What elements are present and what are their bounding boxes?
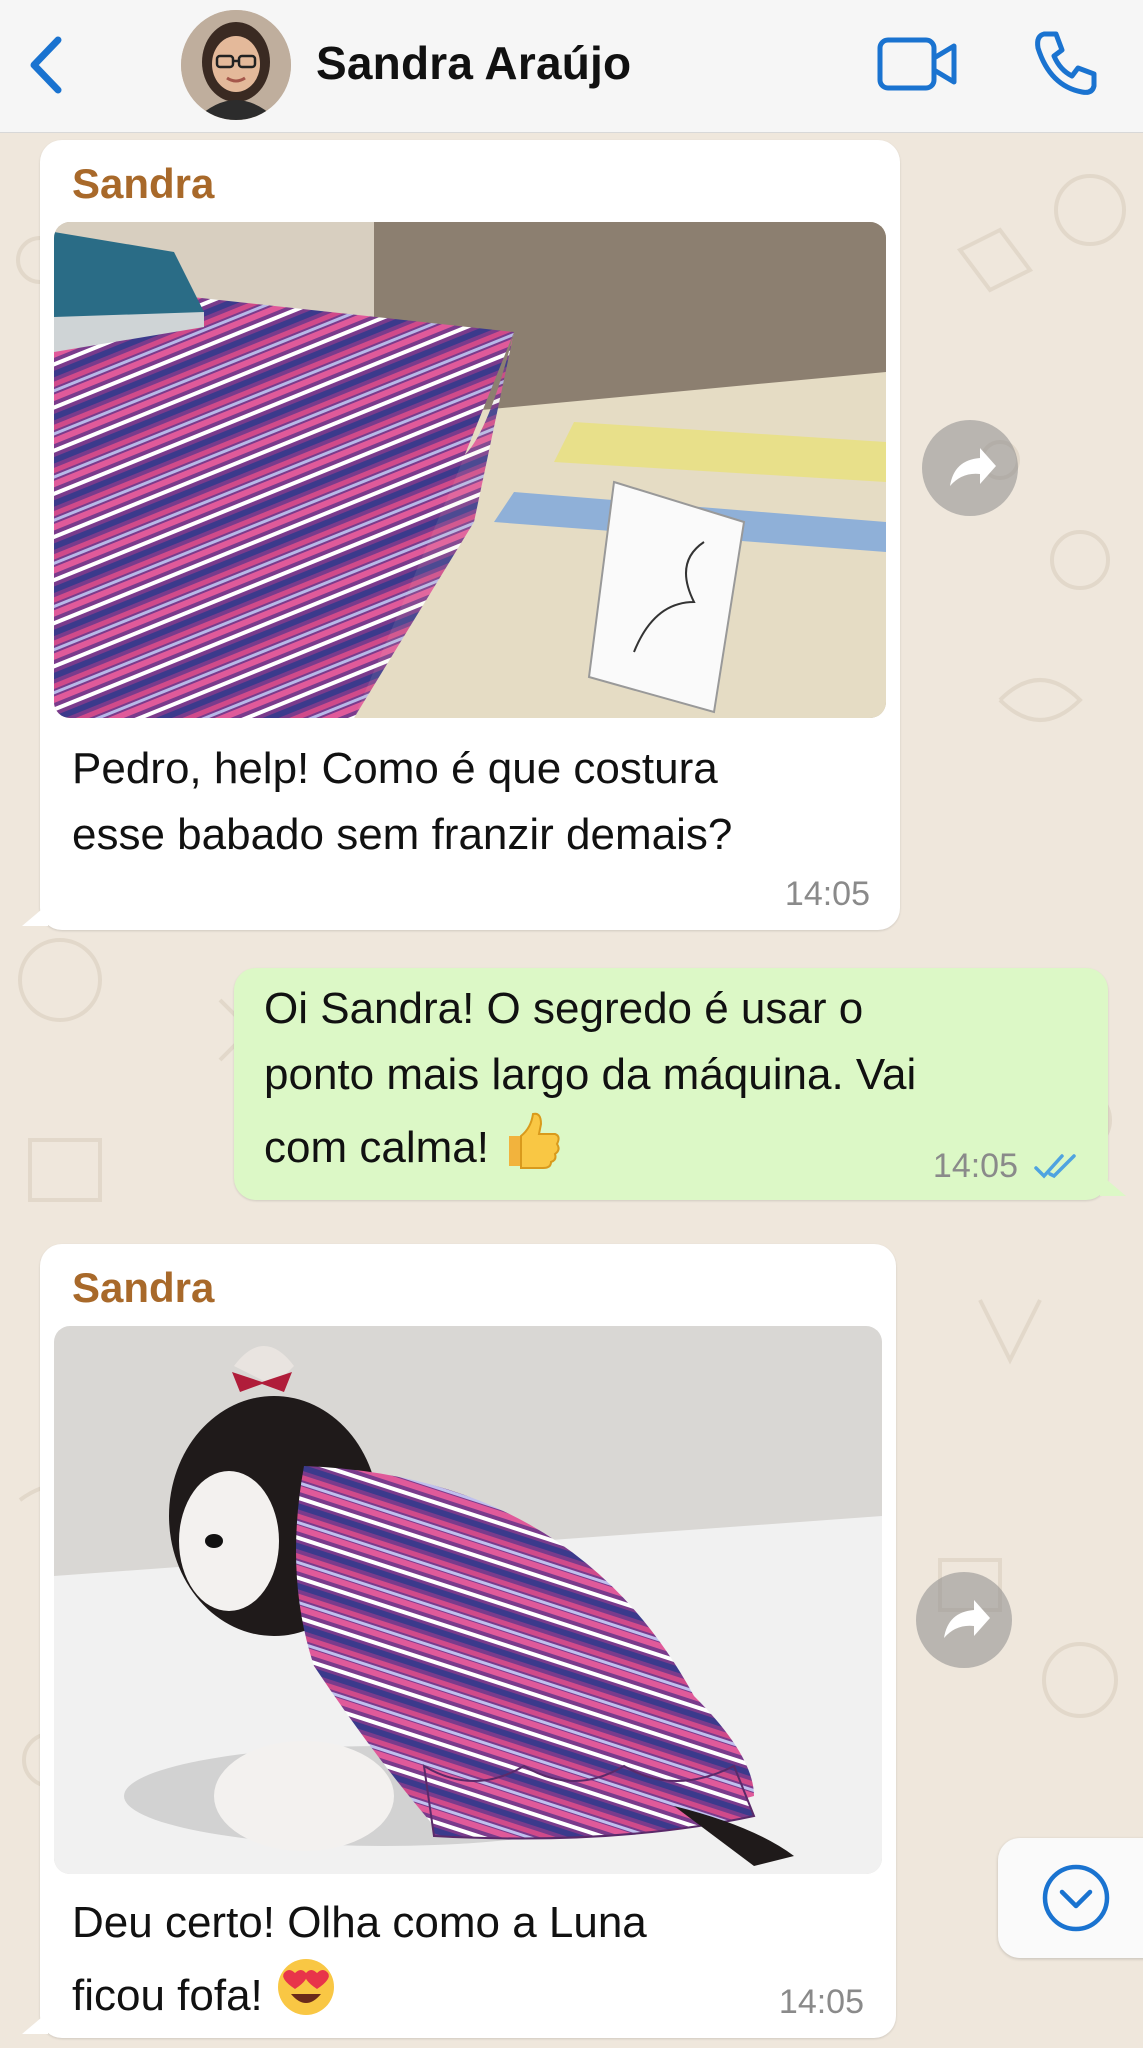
voice-call-button[interactable] bbox=[1030, 28, 1100, 98]
message-text-line: ponto mais largo da máquina. Vai bbox=[264, 1050, 917, 1099]
message-text-line: ficou fofa! bbox=[72, 1956, 872, 2029]
message-time: 14:05 bbox=[778, 1983, 864, 2021]
message-text-fragment: com calma! bbox=[264, 1123, 489, 1172]
message-text: Pedro, help! Como é que costura esse bab… bbox=[72, 736, 872, 868]
video-camera-icon bbox=[877, 37, 957, 91]
read-receipt-icon bbox=[1034, 1154, 1076, 1179]
fabric-ironing-photo bbox=[54, 222, 886, 718]
message-text-line: Oi Sandra! O segredo é usar o bbox=[264, 984, 864, 1033]
dog-dress-photo bbox=[54, 1326, 882, 1874]
sender-name: Sandra bbox=[72, 160, 215, 207]
contact-avatar[interactable] bbox=[181, 10, 291, 120]
message-time: 14:05 bbox=[784, 875, 870, 913]
message-text: Deu certo! Olha como a Luna ficou fofa! bbox=[72, 1890, 872, 2029]
message-bubble-incoming[interactable]: Sandra bbox=[22, 1244, 896, 2038]
message-text-fragment: ficou fofa! bbox=[72, 1971, 263, 2020]
share-arrow-icon bbox=[950, 448, 996, 486]
back-button[interactable] bbox=[22, 30, 72, 100]
message-text-line: Pedro, help! Como é que costura bbox=[72, 744, 718, 793]
message-bubble-outgoing[interactable]: Oi Sandra! O segredo é usar o ponto mais… bbox=[234, 968, 1126, 1200]
share-arrow-icon bbox=[944, 1600, 990, 1638]
forward-button[interactable] bbox=[922, 420, 1018, 516]
contact-name[interactable]: Sandra Araújo bbox=[316, 36, 631, 90]
phone-icon bbox=[1035, 31, 1097, 95]
chevron-down-circle-icon bbox=[1042, 1864, 1110, 1932]
message-bubble-incoming[interactable]: Sandra bbox=[22, 140, 900, 930]
contact-photo bbox=[181, 10, 291, 120]
chevron-left-icon bbox=[30, 36, 62, 94]
thumbs-up-emoji-icon bbox=[509, 1112, 560, 1169]
sender-name: Sandra bbox=[72, 1264, 215, 1311]
photo-attachment[interactable] bbox=[54, 1326, 882, 1874]
photo-attachment[interactable] bbox=[54, 222, 886, 718]
heart-eyes-emoji-icon bbox=[278, 1959, 335, 2015]
message-time: 14:05 bbox=[932, 1147, 1018, 1185]
video-call-button[interactable] bbox=[876, 34, 960, 94]
message-text-line: esse babado sem franzir demais? bbox=[72, 810, 733, 859]
forward-button[interactable] bbox=[916, 1572, 1012, 1668]
chat-header: Sandra Araújo bbox=[0, 0, 1143, 133]
message-text-line: Deu certo! Olha como a Luna bbox=[72, 1898, 647, 1947]
scroll-to-bottom-button[interactable] bbox=[998, 1838, 1143, 1958]
